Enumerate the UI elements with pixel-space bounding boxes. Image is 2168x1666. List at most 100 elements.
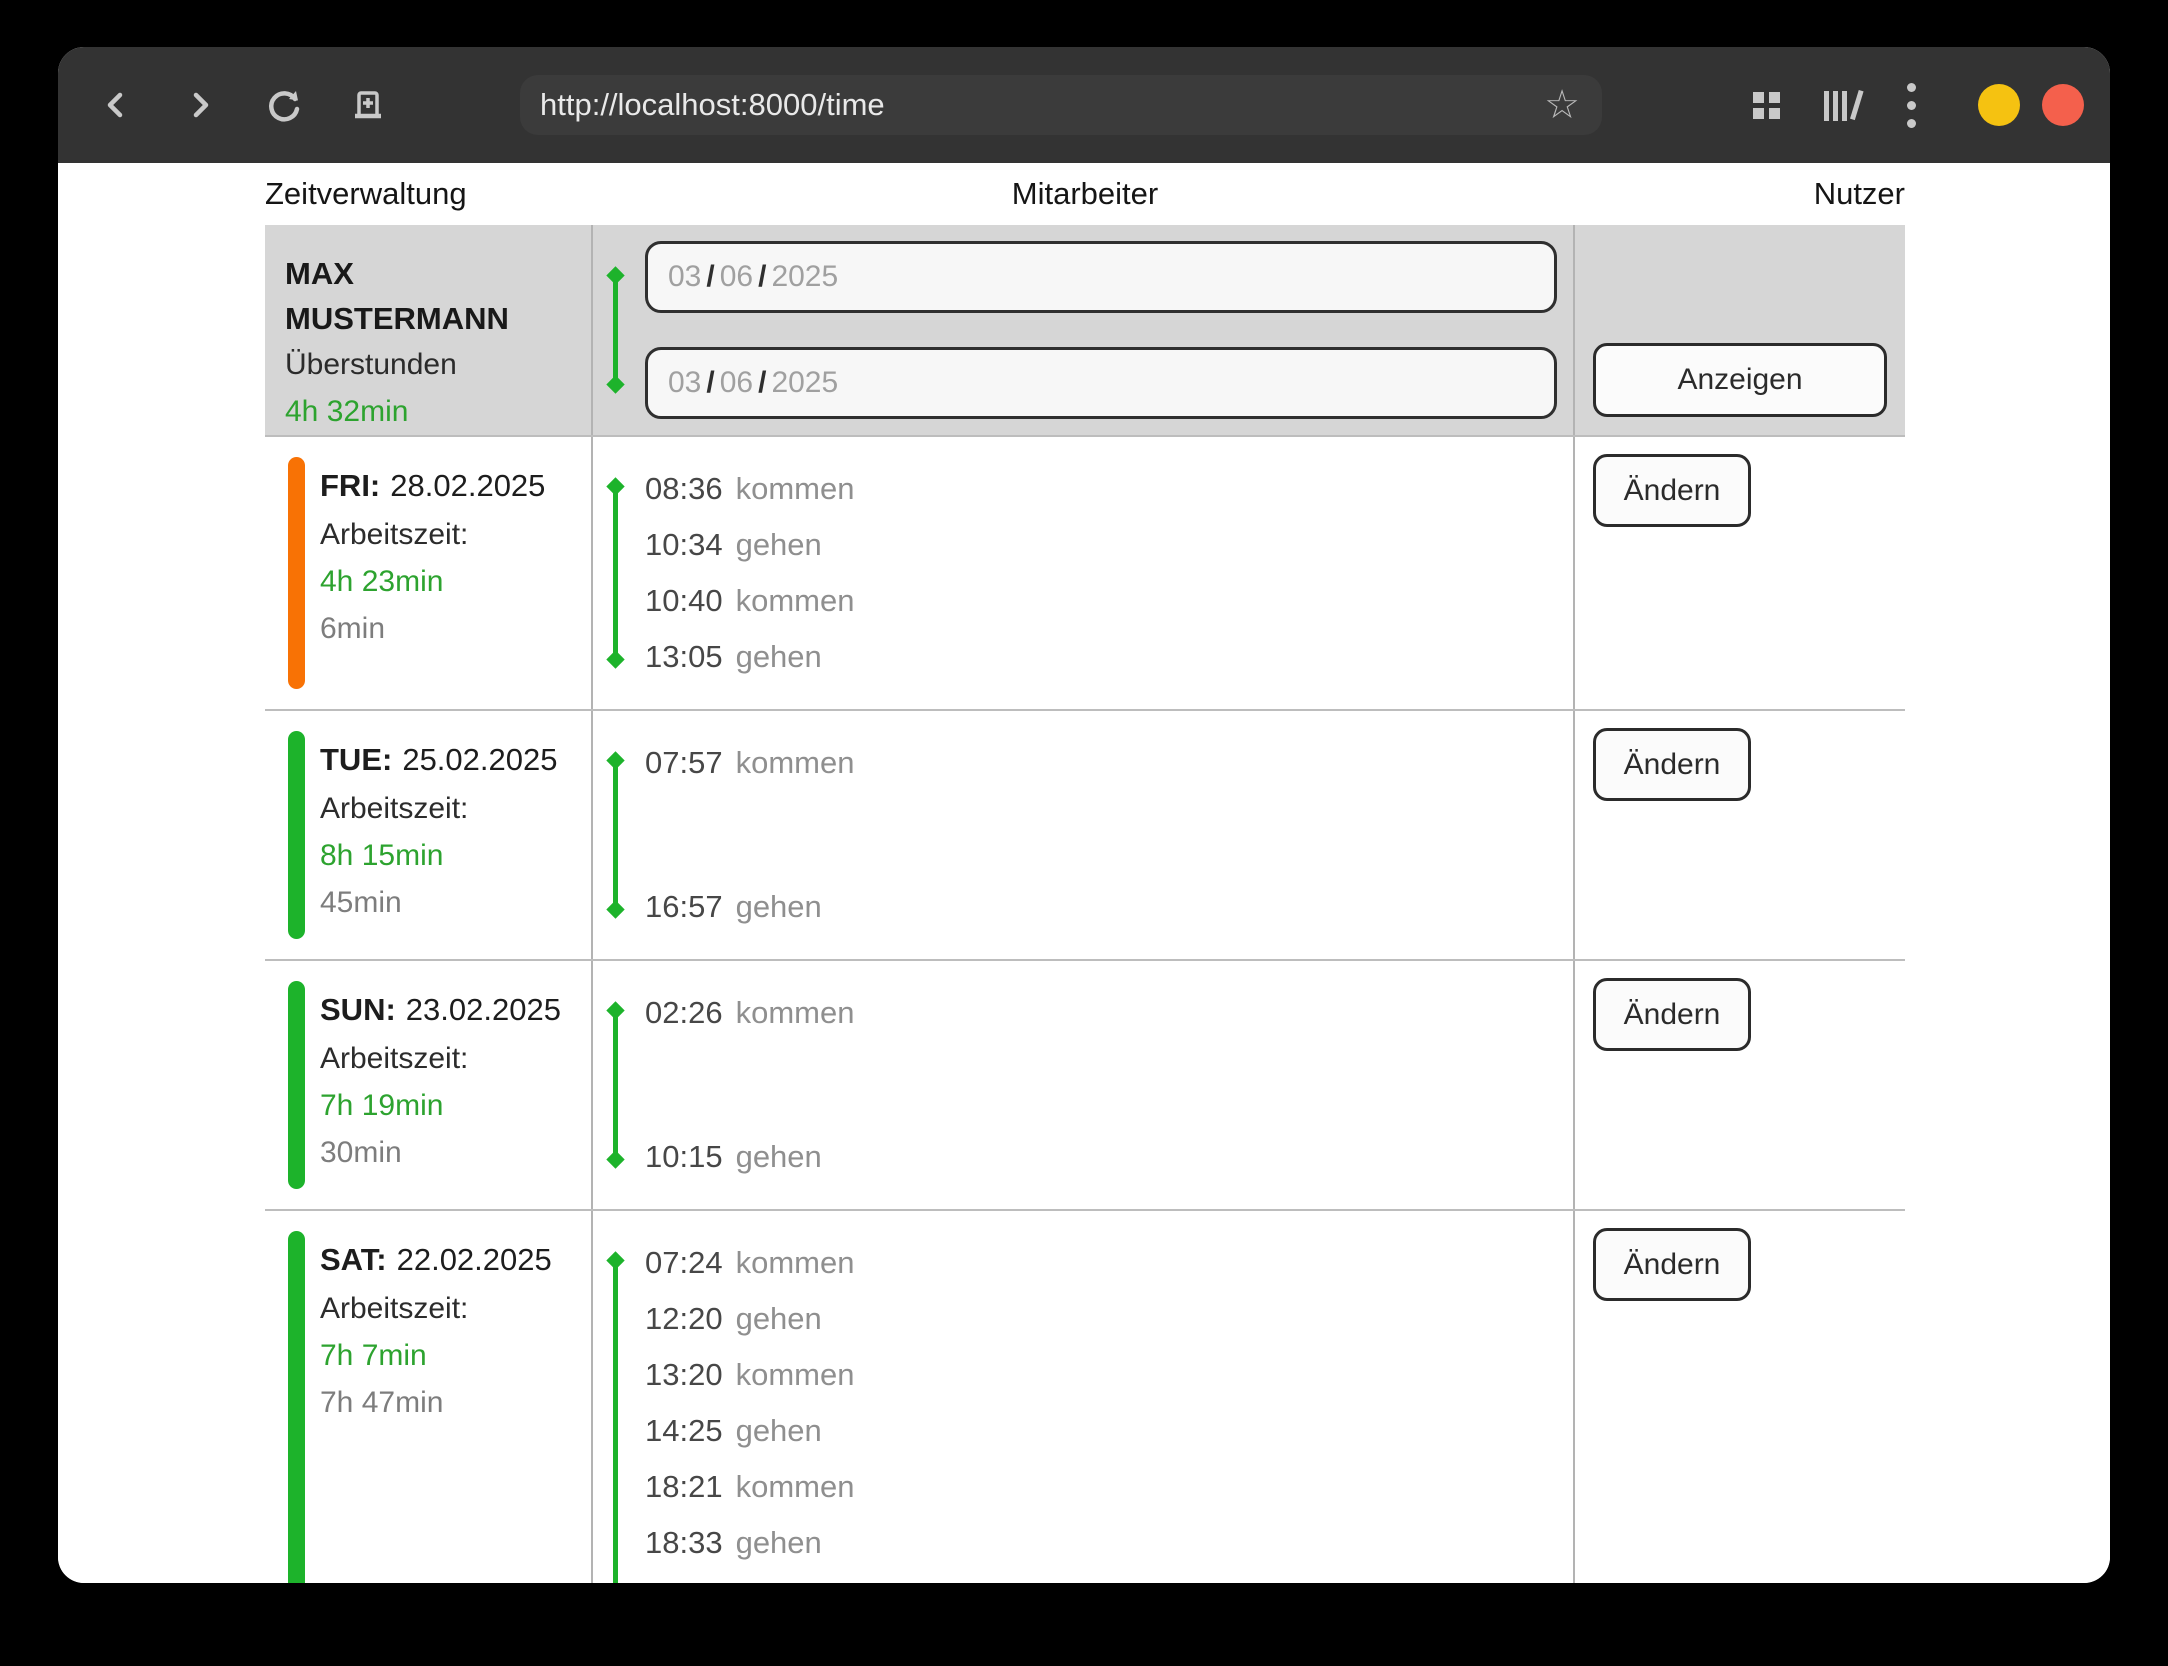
time-entry: 13:20 kommen <box>645 1347 1573 1403</box>
time-entry: 18:21 kommen <box>645 1459 1573 1515</box>
entry-type: gehen <box>736 1525 822 1561</box>
day-times-cell: 07:24 kommen 12:20 gehen 13:20 kommen 14… <box>591 1211 1575 1583</box>
menu-button[interactable] <box>1907 78 1916 132</box>
day-action-cell: Ändern <box>1575 1211 1905 1583</box>
overtime-label: Überstunden <box>285 341 575 388</box>
new-tab-icon <box>348 85 388 125</box>
day-title: FRI:28.02.2025 <box>320 461 575 511</box>
time-entries: 07:24 kommen 12:20 gehen 13:20 kommen 14… <box>645 1235 1573 1583</box>
browser-titlebar: http://localhost:8000/time ☆ <box>58 47 2110 163</box>
entry-type: gehen <box>736 639 822 675</box>
day-status-bar <box>288 1231 305 1583</box>
time-entry: 08:36 kommen <box>645 461 1573 517</box>
forward-button[interactable] <box>172 77 228 133</box>
entry-type: kommen <box>736 471 855 507</box>
date-from-day[interactable]: 03 <box>668 260 701 294</box>
day-label: FRI: <box>320 468 380 503</box>
day-title: SAT: 22.02.2025 <box>320 1235 575 1285</box>
day-times-cell: 08:36 kommen 10:34 gehen 10:40 kommen 13… <box>591 437 1575 709</box>
nav-item-nutzer[interactable]: Nutzer <box>1814 176 1905 212</box>
employee-summary: MAX MUSTERMANN Überstunden 4h 32min <box>265 225 591 435</box>
date-to-year[interactable]: 2025 <box>771 366 838 400</box>
aendern-button[interactable]: Ändern <box>1593 978 1751 1051</box>
summary-header-row: MAX MUSTERMANN Überstunden 4h 32min 03/0… <box>265 225 1905 435</box>
pause-value: 45min <box>320 879 575 926</box>
day-summary-cell: FRI:28.02.2025 Arbeitszeit: 4h 23min 6mi… <box>265 437 591 709</box>
worktime-value: 8h 15min <box>320 832 575 879</box>
date-from-month[interactable]: 06 <box>720 260 753 294</box>
time-entry: 07:57 kommen <box>645 735 1573 791</box>
reload-button[interactable] <box>256 77 312 133</box>
browser-window: http://localhost:8000/time ☆ Zeitverwalt… <box>58 47 2110 1583</box>
back-button[interactable] <box>88 77 144 133</box>
anzeigen-button[interactable]: Anzeigen <box>1593 343 1887 417</box>
top-navigation: Zeitverwaltung Mitarbeiter Nutzer <box>265 163 1905 225</box>
library-button[interactable] <box>1824 89 1863 121</box>
entry-time: 16:57 <box>645 889 723 925</box>
time-entry: 18:33 gehen <box>645 1515 1573 1571</box>
day-action-cell: Ändern <box>1575 961 1905 1209</box>
time-entry: 10:40 kommen <box>645 573 1573 629</box>
entry-time: 07:24 <box>645 1245 723 1281</box>
entry-type: gehen <box>736 527 822 563</box>
date-from-year[interactable]: 2025 <box>771 260 838 294</box>
worktime-label: Arbeitszeit: <box>320 1285 575 1332</box>
day-date: 22.02.2025 <box>397 1242 552 1277</box>
nav-item-mitarbeiter[interactable]: Mitarbeiter <box>1012 176 1158 212</box>
day-action-cell: Ändern <box>1575 711 1905 959</box>
entry-time: 10:34 <box>645 527 723 563</box>
aendern-button[interactable]: Ändern <box>1593 454 1751 527</box>
timeline-line <box>613 1010 618 1160</box>
reload-icon <box>264 85 304 125</box>
entry-type: kommen <box>736 745 855 781</box>
entry-type: gehen <box>736 1301 822 1337</box>
entry-time: 10:15 <box>645 1139 723 1175</box>
date-range-timeline-line <box>613 275 618 385</box>
aendern-button[interactable]: Ändern <box>1593 728 1751 801</box>
time-entry: 16:57 gehen <box>645 879 1573 935</box>
day-action-cell: Ändern <box>1575 437 1905 709</box>
date-separator: / <box>706 366 714 400</box>
time-entry: 21:34 kommen <box>645 1571 1573 1583</box>
time-entry: 13:05 gehen <box>645 629 1573 685</box>
day-status-bar <box>288 457 305 689</box>
date-from-input[interactable]: 03/06/2025 <box>645 241 1557 313</box>
day-summary-cell: TUE:25.02.2025 Arbeitszeit: 8h 15min 45m… <box>265 711 591 959</box>
nav-item-zeitverwaltung[interactable]: Zeitverwaltung <box>265 176 467 212</box>
day-row: SUN:23.02.2025 Arbeitszeit: 7h 19min 30m… <box>265 959 1905 1209</box>
url-bar[interactable]: http://localhost:8000/time ☆ <box>520 75 1602 135</box>
day-label: SAT: <box>320 1242 387 1277</box>
entry-time: 13:20 <box>645 1357 723 1393</box>
day-row: TUE:25.02.2025 Arbeitszeit: 8h 15min 45m… <box>265 709 1905 959</box>
kebab-menu-icon <box>1907 78 1916 132</box>
date-to-day[interactable]: 03 <box>668 366 701 400</box>
date-to-month[interactable]: 06 <box>720 366 753 400</box>
worktime-value: 7h 19min <box>320 1082 575 1129</box>
entry-type: kommen <box>736 1469 855 1505</box>
back-arrow-icon <box>98 87 134 123</box>
day-summary-cell: SUN:23.02.2025 Arbeitszeit: 7h 19min 30m… <box>265 961 591 1209</box>
date-separator: / <box>758 366 766 400</box>
close-window-button[interactable] <box>2042 84 2084 126</box>
url-text[interactable]: http://localhost:8000/time <box>540 87 1544 123</box>
worktime-label: Arbeitszeit: <box>320 785 575 832</box>
pause-value: 6min <box>320 605 575 652</box>
worktime-value: 7h 7min <box>320 1332 575 1379</box>
day-label: SUN: <box>320 992 396 1027</box>
grid-icon <box>1753 92 1780 119</box>
day-title: SUN:23.02.2025 <box>320 985 575 1035</box>
aendern-button[interactable]: Ändern <box>1593 1228 1751 1301</box>
tab-overview-button[interactable] <box>1753 92 1780 119</box>
time-entries: 02:26 kommen 10:15 gehen <box>645 985 1573 1185</box>
day-status-bar <box>288 731 305 939</box>
day-title: TUE:25.02.2025 <box>320 735 575 785</box>
time-entries: 07:57 kommen 16:57 gehen <box>645 735 1573 935</box>
forward-arrow-icon <box>182 87 218 123</box>
bookmark-star-icon[interactable]: ☆ <box>1544 85 1580 125</box>
entry-time: 07:57 <box>645 745 723 781</box>
date-to-input[interactable]: 03/06/2025 <box>645 347 1557 419</box>
minimize-window-button[interactable] <box>1978 84 2020 126</box>
new-tab-button[interactable] <box>340 77 396 133</box>
entry-type: kommen <box>736 995 855 1031</box>
time-entries: 08:36 kommen 10:34 gehen 10:40 kommen 13… <box>645 461 1573 685</box>
